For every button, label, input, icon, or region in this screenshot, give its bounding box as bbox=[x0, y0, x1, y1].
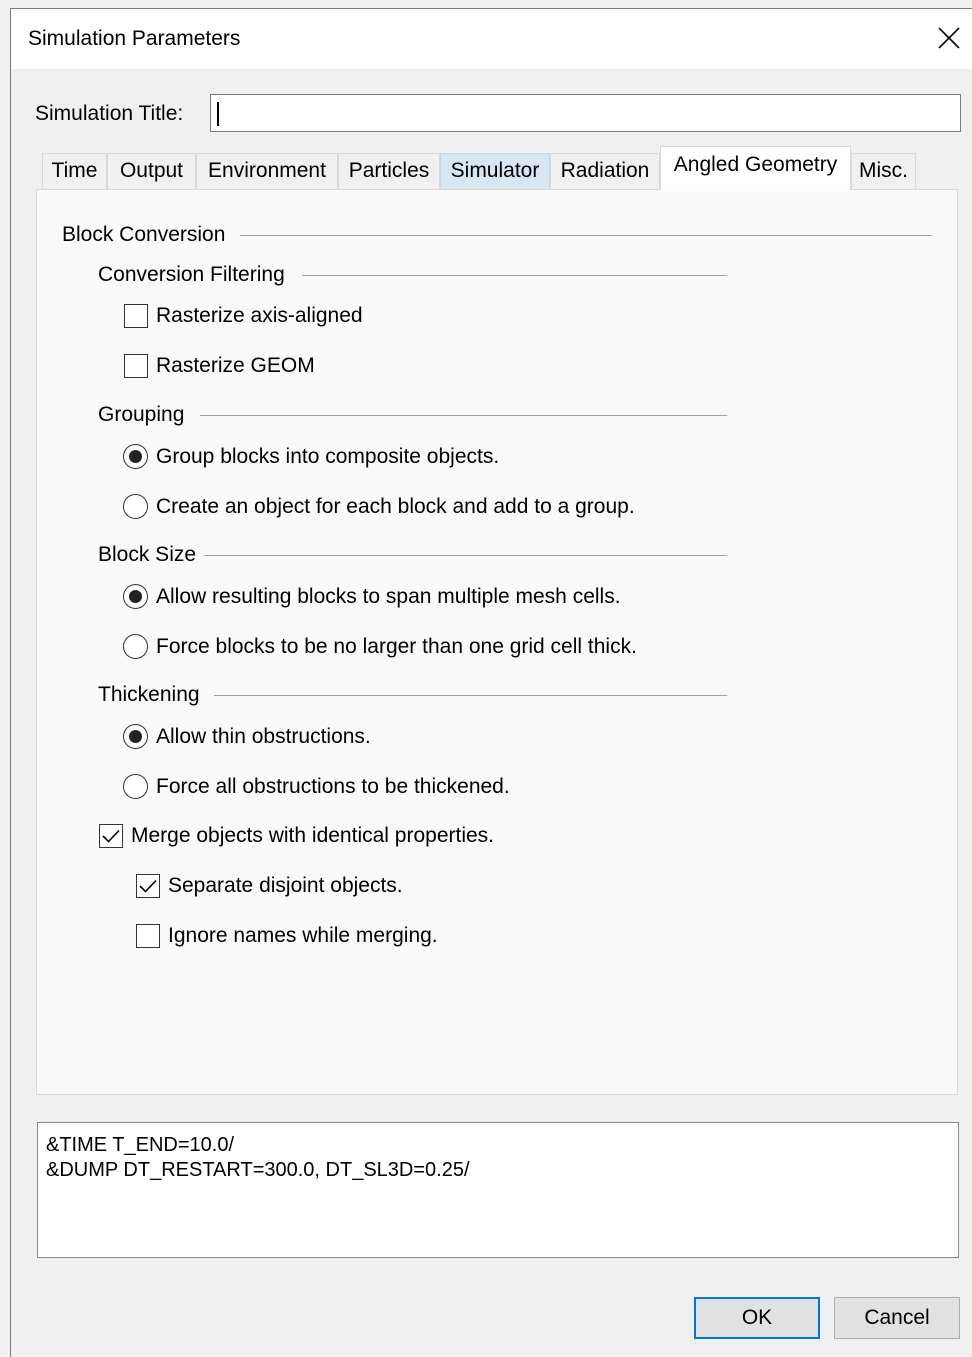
merge-objects-checkbox[interactable]: Merge objects with identical properties. bbox=[99, 824, 494, 848]
text-caret bbox=[217, 102, 219, 126]
create-object-per-block-radio[interactable]: Create an object for each block and add … bbox=[123, 494, 635, 519]
radio-label: Group blocks into composite objects. bbox=[156, 444, 500, 468]
conversion-filtering-header: Conversion Filtering bbox=[98, 263, 285, 286]
tab-simulator[interactable]: Simulator bbox=[440, 153, 550, 189]
block-size-header: Block Size bbox=[98, 543, 197, 566]
namelist-preview[interactable]: &TIME T_END=10.0/ &DUMP DT_RESTART=300.0… bbox=[37, 1122, 959, 1258]
group-blocks-composite-radio[interactable]: Group blocks into composite objects. bbox=[123, 444, 499, 469]
divider bbox=[200, 415, 727, 416]
dialog-title: Simulation Parameters bbox=[28, 27, 241, 50]
divider bbox=[214, 695, 727, 696]
checkbox-checked[interactable] bbox=[136, 874, 160, 898]
simulation-title-input[interactable] bbox=[210, 94, 961, 132]
checkmark-icon bbox=[139, 879, 157, 893]
tab-output[interactable]: Output bbox=[107, 153, 196, 189]
radio-label: Force all obstructions to be thickened. bbox=[156, 774, 510, 798]
ignore-names-checkbox[interactable]: Ignore names while merging. bbox=[136, 924, 438, 948]
divider bbox=[302, 275, 727, 276]
radio-dot bbox=[129, 730, 142, 743]
checkbox-label: Separate disjoint objects. bbox=[168, 874, 403, 897]
radio-label: Allow thin obstructions. bbox=[156, 724, 371, 748]
force-thicken-radio[interactable]: Force all obstructions to be thickened. bbox=[123, 774, 510, 799]
divider bbox=[240, 235, 932, 236]
tab-misc[interactable]: Misc. bbox=[851, 153, 916, 189]
namelist-line: &TIME T_END=10.0/ bbox=[46, 1134, 235, 1156]
radio-label: Force blocks to be no larger than one gr… bbox=[156, 634, 637, 658]
simulation-title-label: Simulation Title: bbox=[35, 102, 184, 125]
checkbox-label: Merge objects with identical properties. bbox=[131, 824, 495, 847]
ok-button[interactable]: OK bbox=[694, 1297, 820, 1339]
close-button[interactable] bbox=[922, 9, 972, 69]
cancel-button[interactable]: Cancel bbox=[834, 1297, 960, 1339]
rasterize-geom-checkbox[interactable]: Rasterize GEOM bbox=[124, 354, 315, 378]
namelist-line: &DUMP DT_RESTART=300.0, DT_SL3D=0.25/ bbox=[46, 1159, 470, 1181]
checkbox-unchecked[interactable] bbox=[124, 354, 148, 378]
radio-unselected[interactable] bbox=[123, 494, 148, 519]
radio-selected[interactable] bbox=[123, 584, 148, 609]
angled-geometry-panel: Block Conversion Conversion Filtering Ra… bbox=[36, 189, 958, 1095]
radio-dot bbox=[129, 450, 142, 463]
radio-selected[interactable] bbox=[123, 444, 148, 469]
close-icon bbox=[938, 27, 960, 49]
checkbox-unchecked[interactable] bbox=[136, 924, 160, 948]
block-conversion-header: Block Conversion bbox=[62, 223, 226, 246]
checkbox-label: Rasterize axis-aligned bbox=[156, 304, 363, 327]
checkbox-label: Ignore names while merging. bbox=[168, 924, 438, 947]
allow-span-multiple-cells-radio[interactable]: Allow resulting blocks to span multiple … bbox=[123, 584, 621, 609]
checkbox-unchecked[interactable] bbox=[124, 304, 148, 328]
checkmark-icon bbox=[102, 829, 120, 843]
tab-particles[interactable]: Particles bbox=[338, 153, 440, 189]
title-bar: Simulation Parameters bbox=[11, 9, 972, 69]
separate-disjoint-checkbox[interactable]: Separate disjoint objects. bbox=[136, 874, 403, 898]
rasterize-axis-aligned-checkbox[interactable]: Rasterize axis-aligned bbox=[124, 304, 363, 328]
grouping-header: Grouping bbox=[98, 403, 185, 426]
radio-unselected[interactable] bbox=[123, 634, 148, 659]
tab-time[interactable]: Time bbox=[42, 153, 107, 189]
checkbox-label: Rasterize GEOM bbox=[156, 354, 315, 377]
simulation-parameters-dialog: Simulation Parameters Simulation Title: … bbox=[10, 8, 972, 1357]
force-one-cell-thick-radio[interactable]: Force blocks to be no larger than one gr… bbox=[123, 634, 637, 659]
tab-environment[interactable]: Environment bbox=[196, 153, 338, 189]
radio-label: Create an object for each block and add … bbox=[156, 494, 635, 518]
checkbox-checked[interactable] bbox=[99, 824, 123, 848]
radio-dot bbox=[129, 590, 142, 603]
radio-unselected[interactable] bbox=[123, 774, 148, 799]
tab-radiation[interactable]: Radiation bbox=[550, 153, 660, 189]
thickening-header: Thickening bbox=[98, 683, 200, 706]
radio-selected[interactable] bbox=[123, 724, 148, 749]
divider bbox=[204, 555, 727, 556]
tab-angled-geometry[interactable]: Angled Geometry bbox=[660, 146, 851, 190]
allow-thin-obstructions-radio[interactable]: Allow thin obstructions. bbox=[123, 724, 371, 749]
radio-label: Allow resulting blocks to span multiple … bbox=[156, 584, 621, 608]
